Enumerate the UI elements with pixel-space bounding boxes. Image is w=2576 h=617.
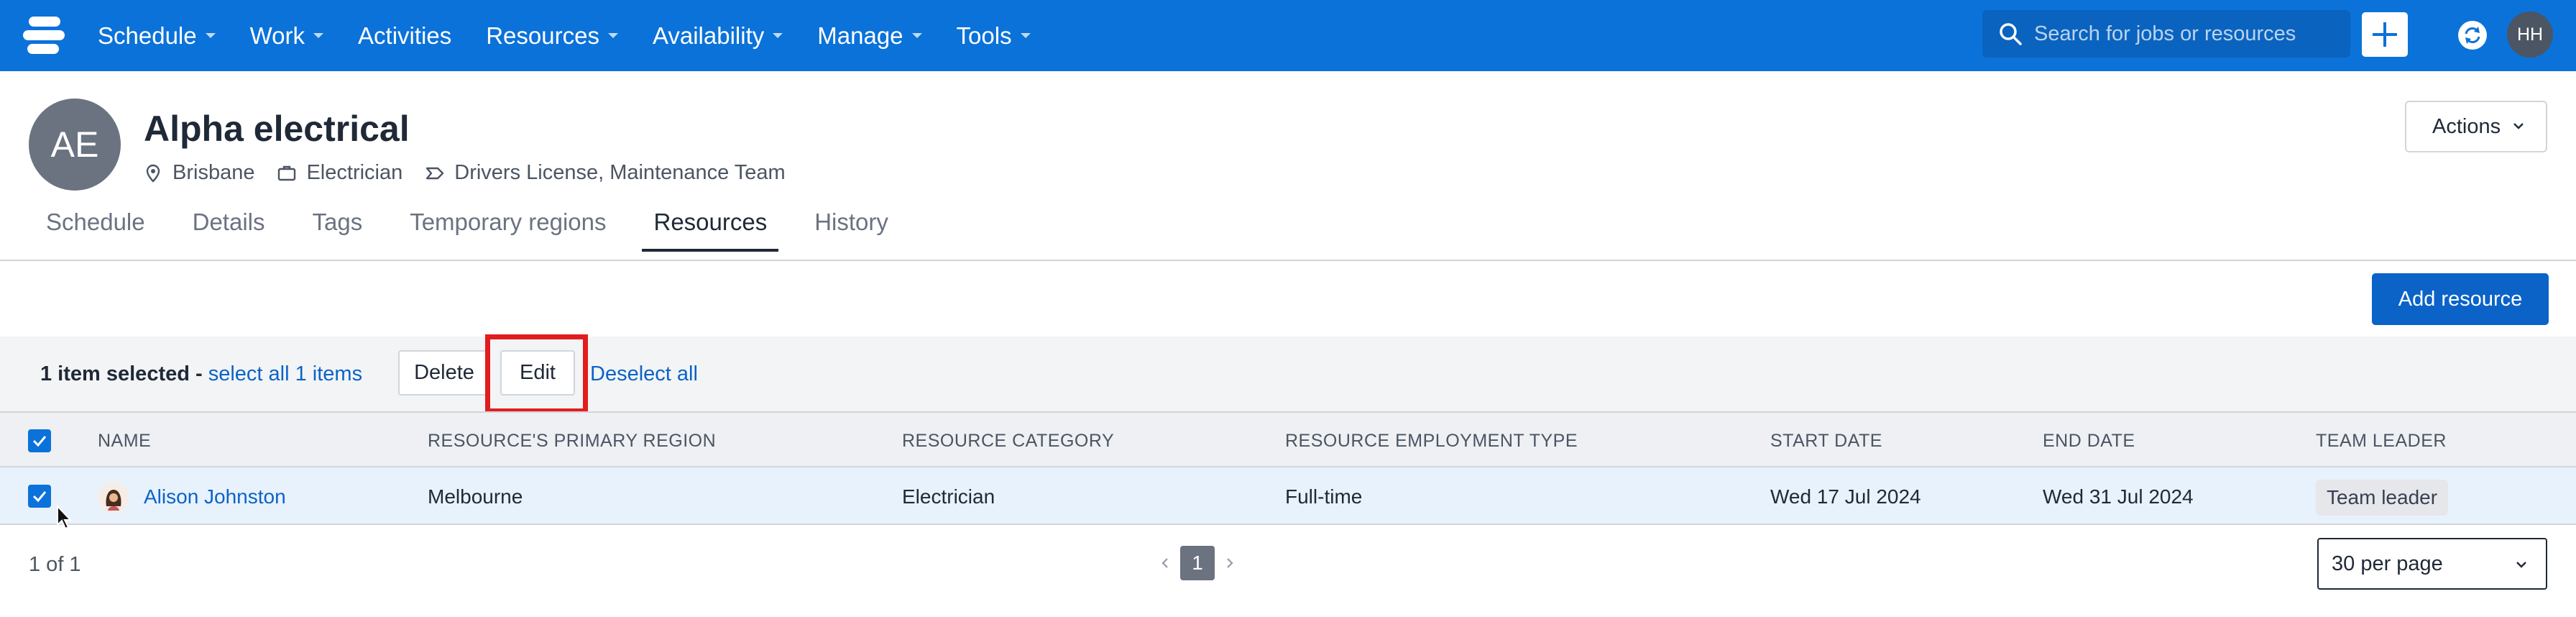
chevron-down-icon xyxy=(1020,33,1031,38)
cell-employment-type: Full-time xyxy=(1285,485,1363,508)
add-resource-button[interactable]: Add resource xyxy=(2372,273,2549,325)
search-input[interactable] xyxy=(2034,17,2336,50)
chevron-right-icon[interactable] xyxy=(1218,547,1242,579)
page-number-current[interactable]: 1 xyxy=(1180,546,1215,580)
main-menu: Schedule Work Activities Resources Avail… xyxy=(98,0,1065,71)
resource-avatar xyxy=(98,482,129,513)
refresh-icon[interactable] xyxy=(2457,20,2488,50)
bulk-selection-bar xyxy=(0,337,2576,411)
tab-temporary-regions[interactable]: Temporary regions xyxy=(410,209,606,247)
nav-availability-label: Availability xyxy=(652,22,765,49)
chevron-down-icon xyxy=(2513,123,2524,129)
select-all-checkbox[interactable] xyxy=(28,429,51,452)
column-header-end-date[interactable]: END DATE xyxy=(2043,431,2135,452)
nav-schedule-label: Schedule xyxy=(98,22,197,49)
nav-work[interactable]: Work xyxy=(249,22,324,50)
column-header-employment-type[interactable]: RESOURCE EMPLOYMENT TYPE xyxy=(1285,431,1578,452)
selection-summary: 1 item selected - select all 1 items xyxy=(40,362,362,386)
pagination: 1 xyxy=(1153,546,1242,580)
row-checkbox[interactable] xyxy=(28,485,51,508)
profile-tabs: Schedule Details Tags Temporary regions … xyxy=(46,209,936,252)
tab-resources[interactable]: Resources xyxy=(642,209,778,252)
actions-dropdown-button[interactable]: Actions xyxy=(2405,101,2547,152)
nav-availability[interactable]: Availability xyxy=(653,22,783,50)
column-header-team-leader[interactable]: TEAM LEADER xyxy=(2316,431,2447,452)
nav-resources-label: Resources xyxy=(486,22,599,49)
nav-activities[interactable]: Activities xyxy=(358,22,451,50)
user-avatar[interactable]: HH xyxy=(2507,12,2553,58)
nav-schedule[interactable]: Schedule xyxy=(98,22,216,50)
tabs-divider xyxy=(0,260,2576,261)
nav-manage[interactable]: Manage xyxy=(817,22,922,50)
search-icon xyxy=(2000,23,2022,45)
tags-text: Drivers License, Maintenance Team xyxy=(454,161,786,184)
nav-work-label: Work xyxy=(249,22,305,49)
meta-tags: Drivers License, Maintenance Team xyxy=(426,161,786,185)
selection-separator: - xyxy=(189,362,208,385)
chevron-down-icon xyxy=(2516,562,2526,568)
delete-button[interactable]: Delete xyxy=(398,350,490,396)
per-page-value: 30 per page xyxy=(2332,552,2443,575)
pagination-count: 1 of 1 xyxy=(29,553,81,576)
cell-end-date: Wed 31 Jul 2024 xyxy=(2043,485,2194,508)
selected-count-text: 1 item selected xyxy=(40,362,190,385)
chevron-down-icon xyxy=(773,33,783,38)
tab-details[interactable]: Details xyxy=(193,209,265,247)
column-header-start-date[interactable]: START DATE xyxy=(1770,431,1882,452)
chevron-down-icon xyxy=(205,33,216,38)
column-header-category[interactable]: RESOURCE CATEGORY xyxy=(902,431,1114,452)
chevron-down-icon xyxy=(607,33,618,38)
cell-region: Melbourne xyxy=(428,485,523,508)
column-header-name[interactable]: NAME xyxy=(98,431,151,452)
annotation-highlight-box xyxy=(485,334,588,413)
per-page-select[interactable]: 30 per page xyxy=(2317,538,2547,590)
tab-history[interactable]: History xyxy=(814,209,888,247)
nav-tools[interactable]: Tools xyxy=(957,22,1031,50)
profile-meta: Brisbane Electrician Drivers License, Ma… xyxy=(144,161,809,185)
nav-activities-label: Activities xyxy=(358,22,452,49)
top-navigation-bar: Schedule Work Activities Resources Avail… xyxy=(0,0,2576,71)
tag-icon xyxy=(426,167,444,179)
chevron-left-icon[interactable] xyxy=(1153,547,1177,579)
location-text: Brisbane xyxy=(172,161,255,184)
tab-schedule[interactable]: Schedule xyxy=(46,209,145,247)
nav-tools-label: Tools xyxy=(956,22,1012,49)
select-all-link[interactable]: select all 1 items xyxy=(208,362,362,385)
resource-name-link[interactable]: Alison Johnston xyxy=(144,485,286,508)
checkmark-icon xyxy=(32,436,47,447)
create-new-button[interactable] xyxy=(2362,12,2408,57)
person-photo-icon xyxy=(98,482,129,513)
mouse-cursor-icon xyxy=(57,505,73,530)
nav-resources[interactable]: Resources xyxy=(486,22,618,50)
page-title: Alpha electrical xyxy=(144,109,410,149)
deselect-all-link[interactable]: Deselect all xyxy=(590,362,698,386)
meta-category: Electrician xyxy=(277,161,402,185)
profile-avatar: AE xyxy=(29,99,121,191)
app-logo[interactable] xyxy=(23,17,65,54)
actions-label: Actions xyxy=(2432,114,2501,138)
location-pin-icon xyxy=(146,164,160,183)
chevron-down-icon xyxy=(911,33,922,38)
meta-location: Brisbane xyxy=(144,161,254,185)
cell-start-date: Wed 17 Jul 2024 xyxy=(1770,485,1921,508)
briefcase-icon xyxy=(278,165,296,180)
category-text: Electrician xyxy=(306,161,403,184)
column-header-region[interactable]: RESOURCE'S PRIMARY REGION xyxy=(428,431,716,452)
cell-category: Electrician xyxy=(902,485,995,508)
tab-tags[interactable]: Tags xyxy=(312,209,362,247)
global-search xyxy=(1982,10,2350,58)
nav-manage-label: Manage xyxy=(817,22,903,49)
checkmark-icon xyxy=(32,491,47,503)
team-leader-badge: Team leader xyxy=(2316,480,2448,516)
chevron-down-icon xyxy=(313,33,324,38)
